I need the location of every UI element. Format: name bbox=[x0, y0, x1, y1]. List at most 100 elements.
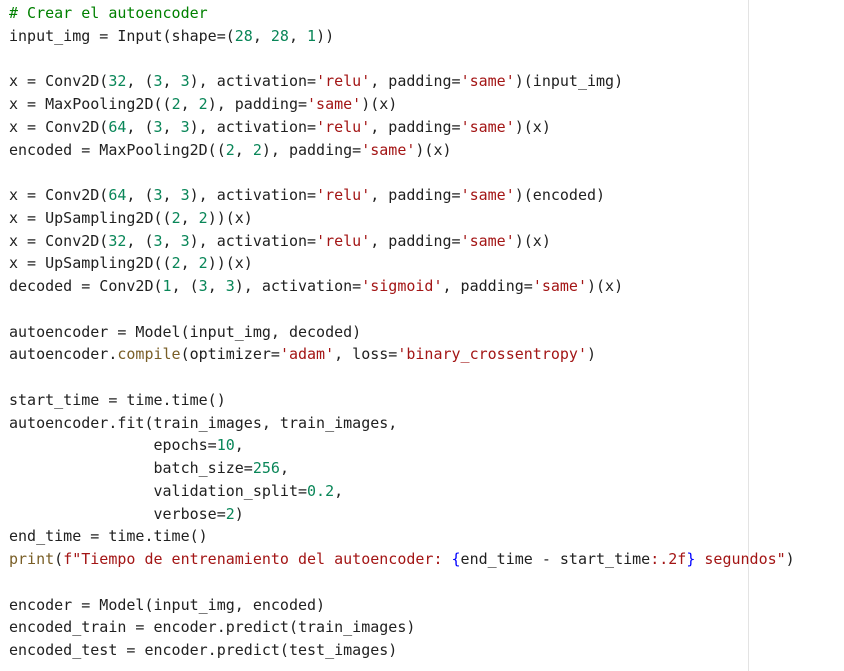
code-token-number: 1 bbox=[162, 277, 172, 295]
code-token-number: 2 bbox=[198, 95, 208, 113]
code-token: encoded_train = encoder.predict(train_im… bbox=[9, 618, 416, 637]
code-token: end_time - start_time bbox=[460, 550, 651, 568]
code-token-number: 64 bbox=[108, 117, 127, 136]
code-line[interactable]: x = Conv2D(64, (3, 3), activation='relu'… bbox=[9, 116, 795, 139]
code-line[interactable]: validation_split=0.2, bbox=[9, 480, 795, 503]
code-token-number: 2 bbox=[171, 254, 181, 273]
code-token: ), activation= bbox=[189, 72, 317, 91]
code-block[interactable]: # Crear el autoencoder input_img = Input(… bbox=[9, 2, 795, 662]
code-token: ) bbox=[785, 550, 795, 568]
code-token: ) bbox=[234, 504, 244, 523]
code-token: , bbox=[162, 117, 181, 136]
code-line[interactable]: x = Conv2D(32, (3, 3), activation='relu'… bbox=[9, 70, 795, 93]
code-token-string: segundos" bbox=[695, 550, 786, 568]
code-line[interactable]: encoded = MaxPooling2D((2, 2), padding='… bbox=[9, 139, 795, 162]
code-line[interactable]: encoded_test = encoder.predict(test_imag… bbox=[9, 639, 795, 662]
code-line[interactable]: autoencoder.fit(train_images, train_imag… bbox=[9, 412, 795, 435]
code-token: ), activation= bbox=[189, 231, 317, 250]
code-token: encoded_test = encoder.predict(test_imag… bbox=[9, 641, 398, 659]
code-line[interactable]: print(f"Tiempo de entrenamiento del auto… bbox=[9, 548, 795, 571]
code-token: , padding= bbox=[370, 72, 461, 91]
code-line[interactable]: x = Conv2D(32, (3, 3), activation='relu'… bbox=[9, 230, 795, 253]
code-line[interactable]: encoder = Model(input_img, encoded) bbox=[9, 594, 795, 617]
code-token-string: 'same' bbox=[460, 231, 515, 250]
code-line[interactable] bbox=[9, 571, 795, 594]
code-token: , bbox=[180, 254, 199, 273]
code-line[interactable]: # Crear el autoencoder bbox=[9, 2, 795, 25]
code-line[interactable]: autoencoder = Model(input_img, decoded) bbox=[9, 321, 795, 344]
code-token-number: 28 bbox=[270, 26, 289, 45]
code-line[interactable] bbox=[9, 298, 795, 321]
code-token: , bbox=[180, 95, 199, 113]
code-token: , bbox=[162, 231, 181, 250]
code-line[interactable] bbox=[9, 161, 795, 184]
code-token: x = UpSampling2D(( bbox=[9, 254, 172, 273]
code-token: , bbox=[234, 140, 253, 159]
code-line[interactable]: start_time = time.time() bbox=[9, 389, 795, 412]
code-token-string: 'same' bbox=[532, 277, 587, 295]
code-token: (optimizer= bbox=[180, 345, 280, 364]
code-token: autoencoder.fit(train_images, train_imag… bbox=[9, 413, 398, 432]
code-line[interactable]: decoded = Conv2D(1, (3, 3), activation='… bbox=[9, 275, 795, 298]
code-token: decoded = Conv2D( bbox=[9, 277, 163, 295]
code-line[interactable]: x = Conv2D(64, (3, 3), activation='relu'… bbox=[9, 184, 795, 207]
code-token: , bbox=[334, 481, 344, 500]
code-token-string: 'same' bbox=[460, 117, 515, 136]
code-token: )(x) bbox=[514, 231, 551, 250]
code-token-string: 'relu' bbox=[316, 231, 371, 250]
code-token-number: 2 bbox=[198, 254, 208, 273]
code-line[interactable]: epochs=10, bbox=[9, 434, 795, 457]
code-token-number: 10 bbox=[216, 436, 235, 455]
code-token-number: 2 bbox=[252, 140, 262, 159]
code-token-string: 'relu' bbox=[316, 72, 371, 91]
code-token: ), padding= bbox=[207, 95, 308, 113]
code-token: , padding= bbox=[370, 186, 461, 204]
code-token-builtin: print bbox=[9, 550, 55, 568]
code-token-string: 'binary_crossentropy' bbox=[397, 345, 587, 364]
code-token: , bbox=[288, 26, 308, 45]
code-token: )(x) bbox=[361, 95, 398, 113]
code-line[interactable] bbox=[9, 48, 795, 71]
code-line[interactable]: input_img = Input(shape=(28, 28, 1)) bbox=[9, 25, 795, 48]
code-line[interactable]: x = MaxPooling2D((2, 2), padding='same')… bbox=[9, 93, 795, 116]
code-token: x = Conv2D( bbox=[9, 117, 109, 136]
code-line[interactable]: batch_size=256, bbox=[9, 457, 795, 480]
code-line[interactable]: x = UpSampling2D((2, 2))(x) bbox=[9, 207, 795, 230]
code-line[interactable]: end_time = time.time() bbox=[9, 525, 795, 548]
code-token-number: 3 bbox=[198, 277, 208, 295]
code-token: autoencoder = Model(input_img, decoded) bbox=[9, 322, 362, 341]
code-token-number: 0.2 bbox=[307, 481, 335, 500]
code-token: epochs= bbox=[9, 436, 217, 455]
code-token: , padding= bbox=[370, 231, 461, 250]
code-line[interactable] bbox=[9, 366, 795, 389]
code-token: ( bbox=[54, 550, 64, 568]
code-token-comment: # Crear el autoencoder bbox=[9, 4, 208, 22]
code-line[interactable]: autoencoder.compile(optimizer='adam', lo… bbox=[9, 343, 795, 366]
code-token-string: 'adam' bbox=[279, 345, 335, 364]
code-token: input_img = Input(shape=( bbox=[9, 26, 235, 45]
code-editor[interactable]: # Crear el autoencoder input_img = Input(… bbox=[0, 0, 844, 671]
code-token: x = Conv2D( bbox=[9, 231, 109, 250]
code-token-string: f"Tiempo de entrenamiento del autoencode… bbox=[63, 550, 452, 568]
code-line[interactable]: verbose=2) bbox=[9, 503, 795, 526]
code-token: verbose= bbox=[9, 504, 226, 523]
code-token-number: 3 bbox=[180, 186, 190, 204]
code-token: ), padding= bbox=[261, 140, 362, 159]
code-token: autoencoder. bbox=[9, 345, 118, 364]
code-token: , bbox=[162, 72, 181, 91]
code-token-number: 3 bbox=[153, 231, 163, 250]
code-token: , bbox=[162, 186, 181, 204]
code-token-string: 'same' bbox=[307, 95, 362, 113]
code-token: ), activation= bbox=[234, 277, 362, 295]
code-token: x = UpSampling2D(( bbox=[9, 208, 172, 227]
code-token: , bbox=[180, 208, 199, 227]
code-line[interactable]: encoded_train = encoder.predict(train_im… bbox=[9, 616, 795, 639]
code-line[interactable]: x = UpSampling2D((2, 2))(x) bbox=[9, 252, 795, 275]
code-token: , bbox=[234, 436, 244, 455]
code-token: end_time = time.time() bbox=[9, 527, 208, 546]
code-token: )(encoded) bbox=[514, 186, 606, 204]
code-token-number: 32 bbox=[108, 72, 127, 91]
code-token: , ( bbox=[126, 72, 154, 91]
code-token: , ( bbox=[126, 186, 154, 204]
code-token: )(x) bbox=[514, 117, 551, 136]
